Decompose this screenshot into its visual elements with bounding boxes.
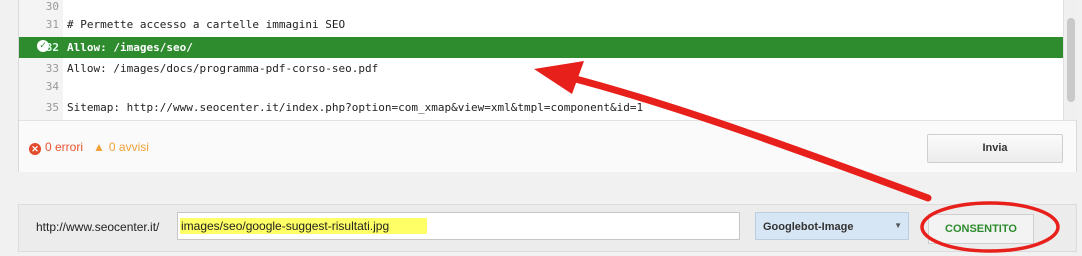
annotation-overlay	[534, 61, 1060, 253]
annotation-arrow-shaft	[564, 73, 932, 202]
annotation-arrow-head	[534, 61, 584, 94]
result-highlight-ellipse	[920, 201, 1060, 253]
